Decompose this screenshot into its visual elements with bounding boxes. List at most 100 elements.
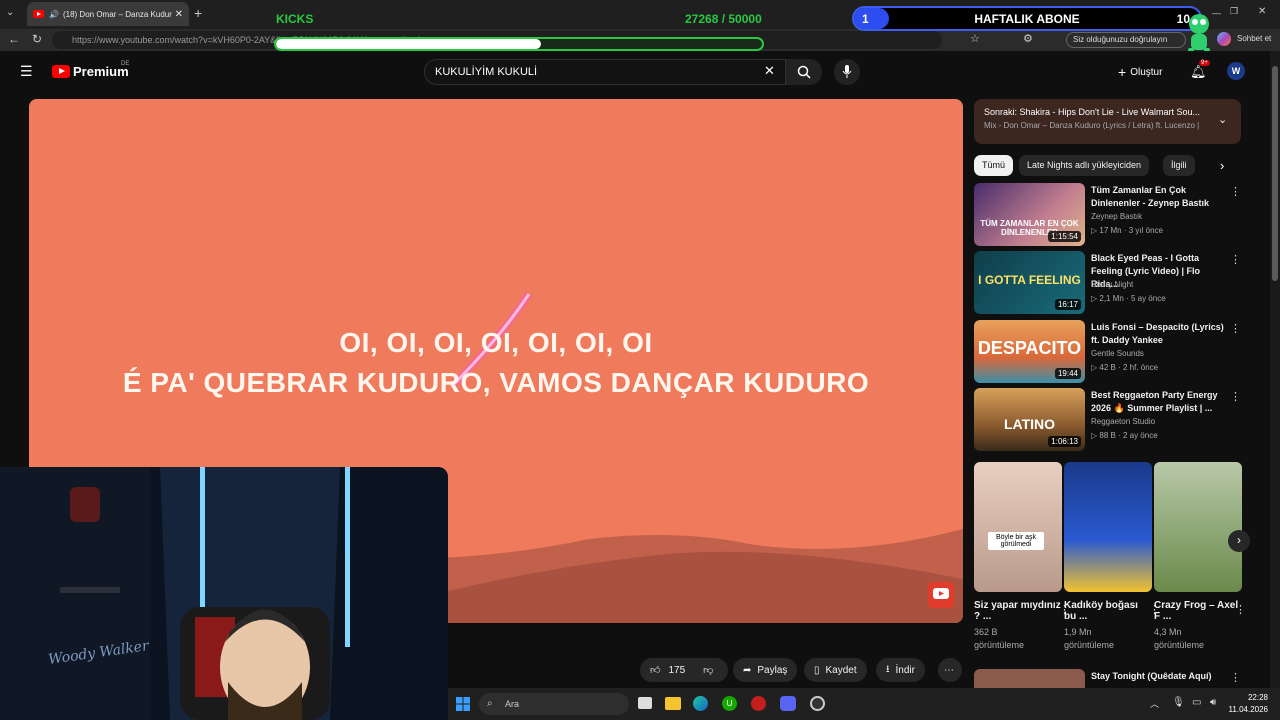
upload-age: 2 hf. önce — [1122, 363, 1159, 372]
list-item[interactable]: LATINO 1:06:13 Best Reggaeton Party Ener… — [974, 388, 1241, 452]
short-caption: Böyle bir aşk görülmedi — [988, 532, 1044, 550]
restore-icon[interactable]: ❐ — [1230, 6, 1238, 17]
taskbar-search-placeholder: Ara — [505, 699, 520, 709]
create-button[interactable]: + Oluştur — [1118, 64, 1162, 80]
short-item[interactable]: Kadıköy boğası bu ... 1,9 Mn görüntüleme … — [1064, 462, 1160, 652]
app-icon[interactable] — [751, 696, 766, 711]
thumbnail-text: LATINO — [1003, 416, 1056, 432]
more-options-icon[interactable]: ⋮ — [1230, 185, 1241, 198]
thumbs-down-icon[interactable]: 👎︎ — [703, 664, 713, 676]
short-views: 1,9 Mn görüntüleme — [1064, 626, 1152, 652]
volume-icon[interactable]: 🔊︎ — [1210, 697, 1216, 708]
share-button[interactable]: ➦ Paylaş — [733, 658, 798, 682]
up-next-card[interactable]: Sonraki: Shakira - Hips Don't Lie - Live… — [974, 99, 1241, 144]
windows-start-icon[interactable] — [456, 697, 470, 716]
scrollbar[interactable] — [1270, 51, 1280, 688]
verify-label: Siz olduğunuzu doğrulayın — [1073, 35, 1168, 44]
notifications-button[interactable]: 🔔︎ 9+ — [1190, 60, 1210, 81]
thumbs-up-icon: 👍︎ — [650, 665, 661, 676]
menu-icon[interactable]: ☰ — [20, 63, 33, 80]
taskbar-search-input[interactable]: ⌕ Ara — [479, 693, 629, 715]
video-title: Stay Tonight (Quêdate Aquí) — [1091, 671, 1212, 681]
search-icon: ⌕ — [487, 698, 493, 709]
clock-date: 11.04.2026 — [1228, 705, 1268, 714]
save-button[interactable]: ▯ Kaydet — [804, 658, 867, 682]
discord-icon[interactable] — [780, 696, 796, 711]
tab-list-chevron-icon[interactable]: ⌄ — [6, 7, 14, 18]
up-next-subtitle: Mix - Don Omar – Danza Kuduro (Lyrics / … — [984, 121, 1199, 130]
list-item[interactable]: TÜM ZAMANLAR EN ÇOK DİNLENENLER 1:15:54 … — [974, 183, 1241, 247]
search-icon — [797, 65, 811, 79]
back-icon[interactable]: ← — [8, 32, 20, 46]
share-icon: ➦ — [743, 664, 752, 676]
search-value: KUKULİYİM KUKULİ — [435, 66, 538, 78]
search-button[interactable] — [786, 59, 822, 85]
tray-chevron-icon[interactable]: ︿ — [1150, 697, 1159, 710]
obs-icon[interactable] — [810, 696, 825, 711]
more-options-icon[interactable]: ⋮ — [1230, 671, 1241, 684]
browser-tab-youtube[interactable]: 🔊 (18) Don Omar – Danza Kudur ✕ — [27, 2, 189, 26]
save-label: Kaydet — [825, 664, 857, 676]
chevron-down-icon[interactable]: ⌄ — [1218, 113, 1227, 126]
more-options-icon[interactable]: ⋮ — [1230, 322, 1241, 335]
task-view-icon[interactable] — [638, 697, 652, 709]
short-item[interactable]: Böyle bir aşk görülmedi Siz yapar mıydın… — [974, 462, 1070, 652]
clear-search-icon[interactable]: ✕ — [764, 63, 775, 79]
upwork-icon[interactable]: U — [722, 696, 737, 711]
video-thumbnail: TÜM ZAMANLAR EN ÇOK DİNLENENLER 1:15:54 — [974, 183, 1085, 246]
list-item[interactable]: I GOTTA FEELING 16:17 Black Eyed Peas - … — [974, 251, 1241, 315]
close-window-icon[interactable]: ✕ — [1258, 6, 1266, 17]
avatar[interactable]: W — [1227, 62, 1245, 80]
chip-uploader[interactable]: Late Nights adlı yükleyiciden — [1019, 155, 1150, 176]
view-count: 2,1 Mn — [1099, 294, 1124, 303]
list-item[interactable]: Stay Tonight (Quêdate Aquí) ⋮ — [974, 669, 1241, 688]
channel-name: Starry Night — [1091, 280, 1134, 289]
kicks-label: KICKS — [276, 12, 314, 26]
youtube-premium-logo[interactable]: Premium — [52, 64, 129, 79]
reload-icon[interactable]: ↻ — [32, 32, 42, 46]
scrollbar-thumb[interactable] — [1272, 66, 1278, 281]
short-item[interactable]: Crazy Frog – Axel F ... 4,3 Mn görüntülem… — [1154, 462, 1246, 652]
more-options-icon[interactable]: ⋮ — [1230, 390, 1241, 403]
video-meta: ▷ 42 B · 2 hf. önce — [1091, 363, 1159, 372]
favorites-star-icon[interactable]: ☆ — [970, 32, 980, 45]
short-title: Kadıköy boğası bu ... — [1064, 600, 1138, 622]
download-button[interactable]: ⭳ İndir — [876, 658, 925, 682]
upload-age: 3 yıl önce — [1128, 226, 1163, 235]
copilot-icon[interactable] — [1217, 32, 1231, 46]
chevron-right-icon[interactable]: › — [1220, 158, 1224, 173]
webcam-scene — [0, 467, 448, 720]
like-button[interactable]: 👍︎ 175 👎︎ — [640, 658, 728, 682]
voice-search-button[interactable] — [834, 59, 860, 85]
edge-icon[interactable] — [693, 696, 708, 711]
subscribe-watermark-icon[interactable] — [928, 582, 954, 608]
video-title: Best Reggaeton Party Energy 2026 🔥 Summe… — [1091, 390, 1218, 413]
taskbar-clock[interactable]: 22:28 11.04.2026 — [1229, 692, 1268, 716]
microphone-tray-icon[interactable]: 🎙︎ — [1172, 697, 1185, 708]
lyric-line-1: OI, OI, OI, OI, OI, OI, OI — [339, 327, 653, 358]
short-title: Crazy Frog – Axel F ... — [1154, 600, 1239, 622]
duration-badge: 1:06:13 — [1048, 436, 1081, 447]
view-unit: görüntüleme — [974, 640, 1025, 650]
video-thumbnail: LATINO 1:06:13 — [974, 388, 1085, 451]
create-label: Oluştur — [1130, 66, 1163, 78]
shorts-next-button[interactable]: › — [1228, 530, 1250, 552]
view-count: 88 B — [1099, 431, 1116, 440]
chip-related[interactable]: İlgili — [1163, 155, 1195, 176]
file-explorer-icon[interactable] — [665, 697, 681, 710]
new-tab-button[interactable]: + — [194, 5, 202, 21]
chat-label[interactable]: Sohbet et — [1237, 34, 1271, 43]
close-tab-icon[interactable]: ✕ — [175, 9, 183, 20]
chip-all[interactable]: Tümü — [974, 155, 1014, 176]
more-actions-button[interactable]: ⋯ — [938, 658, 962, 682]
extensions-icon[interactable]: ⚙ — [1023, 32, 1033, 45]
duration-badge: 1:15:54 — [1048, 231, 1081, 242]
more-options-icon[interactable]: ⋮ — [1235, 603, 1246, 616]
verify-identity-button[interactable]: Siz olduğunuzu doğrulayın — [1066, 32, 1186, 48]
list-item[interactable]: DESPACITO 19:44 Luis Fonsi – Despacito (… — [974, 320, 1241, 384]
more-options-icon[interactable]: ⋮ — [1230, 253, 1241, 266]
plus-icon: + — [1118, 64, 1127, 80]
network-icon[interactable]: ▭ — [1192, 697, 1201, 708]
search-input[interactable]: KUKULİYİM KUKULİ — [424, 59, 786, 85]
youtube-header: ☰ Premium DE KUKULİYİM KUKULİ ✕ + Oluştu… — [0, 51, 1270, 93]
